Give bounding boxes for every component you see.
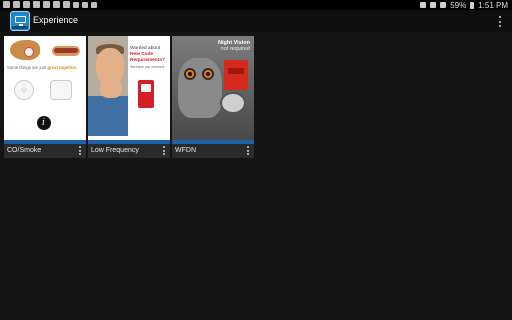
gallery-notification-icon — [43, 1, 50, 8]
battery-percent: 59% — [450, 0, 467, 10]
notification-icons — [3, 1, 97, 8]
thumbnail-tagline: Some things are just great together. — [7, 65, 78, 70]
clock: 1:51 PM — [478, 0, 508, 10]
card-label: CO/Smoke — [7, 147, 42, 154]
baseball-image — [24, 47, 34, 57]
gallery-notification-icon-2 — [53, 1, 60, 8]
thumbnail-headline: Worried about New Code Requirements? We … — [130, 46, 165, 69]
status-bar: 59% 1:51 PM — [0, 0, 512, 10]
hotdog-sausage-image — [54, 48, 78, 53]
app-notification-icon-3 — [91, 2, 97, 8]
red-siren-image — [224, 60, 248, 90]
thumbnail-footer-bar — [88, 140, 170, 144]
horn-strobe-image — [138, 80, 154, 108]
bluetooth-icon — [420, 2, 427, 8]
horn-speaker-image — [220, 92, 246, 114]
card-label: WFDN — [175, 147, 196, 154]
owl-eye-right — [202, 68, 214, 80]
app-title: Experience — [33, 15, 79, 25]
card-more-vert-icon[interactable] — [78, 146, 81, 155]
download-notification-icon — [13, 1, 20, 8]
signal-icon — [440, 2, 447, 8]
screenshot-notification-icon — [23, 1, 30, 8]
image-notification-icon — [3, 1, 10, 8]
experience-card-co-smoke[interactable]: Some things are just great together. i C… — [4, 36, 86, 158]
card-thumbnail[interactable]: Worried about New Code Requirements? We … — [88, 36, 170, 144]
owl-image — [178, 58, 222, 118]
more-vert-icon[interactable] — [498, 16, 502, 27]
action-bar: Experience — [0, 10, 512, 32]
wifi-icon — [430, 2, 437, 8]
worried-man-photo — [88, 36, 128, 136]
gallery-notification-icon-3 — [63, 1, 70, 8]
app-notification-icon-2 — [82, 2, 88, 8]
owl-eye-left — [184, 68, 196, 80]
co-detector-image — [50, 80, 72, 100]
app-notification-icon — [73, 2, 79, 8]
thumbnail-footer-bar — [4, 140, 86, 144]
smoke-detector-image — [14, 80, 34, 100]
brand-logo: i — [37, 116, 51, 130]
thumbnail-headline: Night Vision not required — [218, 40, 250, 52]
card-label: Low Frequency — [91, 147, 139, 154]
experience-card-wfdn[interactable]: Night Vision not required WFDN — [172, 36, 254, 158]
battery-icon — [470, 1, 475, 9]
card-more-vert-icon[interactable] — [246, 146, 249, 155]
card-thumbnail[interactable]: Night Vision not required — [172, 36, 254, 144]
display-monitor-icon[interactable] — [10, 11, 30, 31]
thumbnail-footer-bar — [172, 140, 254, 144]
card-thumbnail[interactable]: Some things are just great together. i — [4, 36, 86, 144]
email-notification-icon — [33, 1, 40, 8]
experience-card-low-frequency[interactable]: Worried about New Code Requirements? We … — [88, 36, 170, 158]
system-status: 59% 1:51 PM — [420, 0, 508, 10]
card-more-vert-icon[interactable] — [162, 146, 165, 155]
